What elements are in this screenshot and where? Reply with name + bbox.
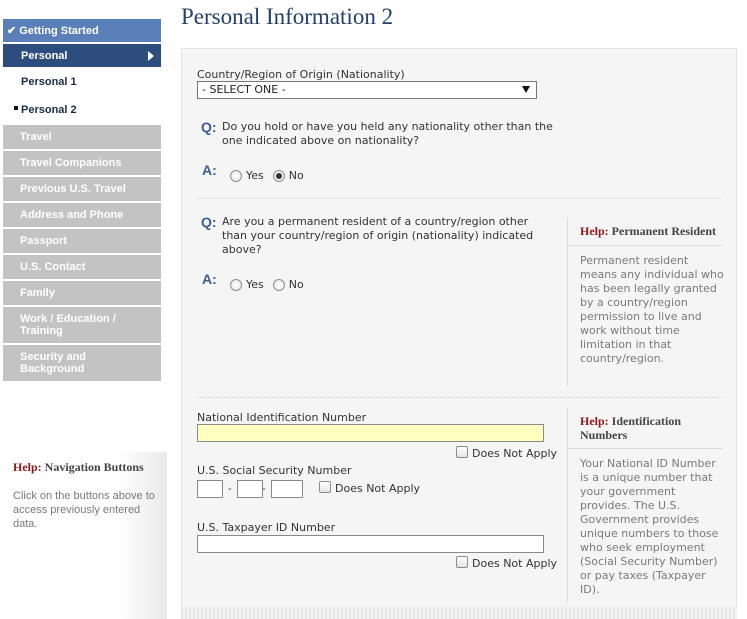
nav-personal[interactable]: Personal (3, 44, 161, 67)
country-select[interactable]: - SELECT ONE - (197, 81, 537, 99)
question-2-options: Yes No (230, 275, 313, 291)
question-1-marker: Q: (201, 119, 217, 135)
navigation-help-text: Click on the buttons above to access pre… (13, 490, 155, 530)
checkbox-icon[interactable] (456, 555, 468, 568)
identification-numbers-help: Help: Identification Numbers Your Nation… (567, 408, 727, 602)
nav-personal-1-label: Personal 1 (21, 76, 77, 88)
country-label: Country/Region of Origin (Nationality) (197, 68, 405, 81)
question-2-marker: Q: (201, 214, 217, 230)
radio-button-checked-icon[interactable] (272, 169, 285, 182)
nav-previous-us-travel[interactable]: Previous U.S. Travel (3, 177, 161, 201)
help-separator (568, 448, 723, 449)
checkbox-icon[interactable] (456, 445, 468, 458)
taxpayer-id-does-not-apply[interactable]: Does Not Apply (456, 555, 558, 570)
nav-personal-1[interactable]: Personal 1 (3, 69, 161, 95)
question-1-no-option[interactable]: No (272, 166, 304, 182)
section-divider (197, 198, 721, 199)
nav-security-background[interactable]: Security and Background (3, 345, 161, 381)
permanent-resident-help: Help: Permanent Resident Permanent resid… (567, 218, 727, 386)
question-1-options: Yes No (230, 166, 313, 182)
taxpayer-id-input[interactable] (197, 535, 544, 553)
nav-previous-us-travel-label: Previous U.S. Travel (20, 183, 126, 195)
nav-family[interactable]: Family (3, 281, 161, 305)
ssn-part-1-input[interactable] (197, 480, 223, 498)
dropdown-arrow-icon (522, 86, 530, 93)
radio-button-icon[interactable] (230, 169, 242, 182)
taxpayer-id-does-not-apply-label: Does Not Apply (472, 557, 558, 570)
nav-security-background-label: Security and Background (20, 351, 87, 375)
checkmark-icon: ✔ (7, 25, 17, 37)
sidebar-nav: ✔ Getting Started Personal Personal 1 Pe… (3, 19, 161, 383)
nav-getting-started-label: Getting Started (19, 24, 99, 37)
answer-2-marker: A: (202, 271, 217, 287)
help-label: Help: (580, 414, 609, 428)
nav-travel[interactable]: Travel (3, 125, 161, 149)
nav-work-education-label: Work / Education / Training (20, 313, 116, 337)
navigation-help-panel: Help: Navigation Buttons Click on the bu… (0, 452, 167, 619)
nav-getting-started[interactable]: ✔ Getting Started (3, 19, 161, 42)
nav-us-contact-label: U.S. Contact (20, 261, 86, 273)
navigation-help-title: Help: Navigation Buttons (13, 460, 157, 475)
nav-address-phone-label: Address and Phone (20, 209, 124, 221)
ssn-separator: - (228, 483, 232, 495)
form-panel-footer (181, 607, 737, 619)
navigation-help-heading: Navigation Buttons (44, 460, 144, 474)
identification-help-text: Your National ID Number is a unique numb… (580, 457, 719, 596)
nav-work-education[interactable]: Work / Education / Training (3, 307, 161, 343)
country-select-value: - SELECT ONE - (202, 83, 286, 96)
question-2-yes-option[interactable]: Yes (230, 275, 264, 291)
ssn-separator: - (262, 483, 266, 495)
nav-us-contact[interactable]: U.S. Contact (3, 255, 161, 279)
permanent-resident-help-title: Help: Permanent Resident (580, 224, 727, 239)
question-2-no-label: No (288, 278, 304, 291)
question-1-yes-option[interactable]: Yes (230, 166, 264, 182)
permanent-resident-help-text: Permanent resident means any individual … (580, 254, 724, 365)
nav-family-label: Family (20, 287, 55, 299)
ssn-part-3-input[interactable] (271, 480, 303, 498)
nav-passport-label: Passport (20, 235, 68, 247)
question-2-yes-label: Yes (246, 278, 264, 291)
answer-1-marker: A: (202, 162, 217, 178)
national-id-input[interactable] (197, 424, 544, 442)
ssn-part-2-input[interactable] (237, 480, 263, 498)
question-2-no-option[interactable]: No (272, 275, 304, 291)
checkbox-icon[interactable] (319, 480, 331, 493)
nav-personal-2[interactable]: Personal 2 (3, 97, 161, 123)
taxpayer-id-label: U.S. Taxpayer ID Number (197, 521, 336, 534)
question-1-yes-label: Yes (246, 169, 264, 182)
nav-address-phone[interactable]: Address and Phone (3, 203, 161, 227)
question-1-no-label: No (288, 169, 304, 182)
permanent-resident-help-heading: Permanent Resident (611, 224, 716, 238)
radio-button-icon[interactable] (272, 278, 285, 291)
ssn-does-not-apply[interactable]: Does Not Apply (319, 480, 421, 495)
arrow-right-icon (148, 50, 154, 61)
help-label: Help: (13, 460, 42, 474)
ssn-label: U.S. Social Security Number (197, 464, 352, 477)
question-1-text: Do you hold or have you held any nationa… (222, 120, 553, 147)
nav-travel-companions-label: Travel Companions (20, 157, 122, 169)
nav-travel-label: Travel (20, 131, 52, 143)
ssn-does-not-apply-label: Does Not Apply (335, 482, 421, 495)
nav-personal-label: Personal (21, 49, 68, 62)
nav-passport[interactable]: Passport (3, 229, 161, 253)
section-divider (197, 397, 721, 398)
help-separator (568, 245, 723, 246)
nav-personal-2-label: Personal 2 (21, 104, 77, 116)
help-label: Help: (580, 224, 609, 238)
page-title: Personal Information 2 (181, 4, 394, 29)
identification-help-title: Help: Identification Numbers (580, 414, 727, 442)
radio-button-icon[interactable] (230, 278, 242, 291)
nav-travel-companions[interactable]: Travel Companions (3, 151, 161, 175)
question-2-text: Are you a permanent resident of a countr… (222, 215, 534, 256)
national-id-label: National Identification Number (197, 411, 367, 424)
national-id-does-not-apply-label: Does Not Apply (472, 447, 558, 460)
current-page-bullet-icon (14, 106, 18, 110)
national-id-does-not-apply[interactable]: Does Not Apply (456, 445, 558, 460)
